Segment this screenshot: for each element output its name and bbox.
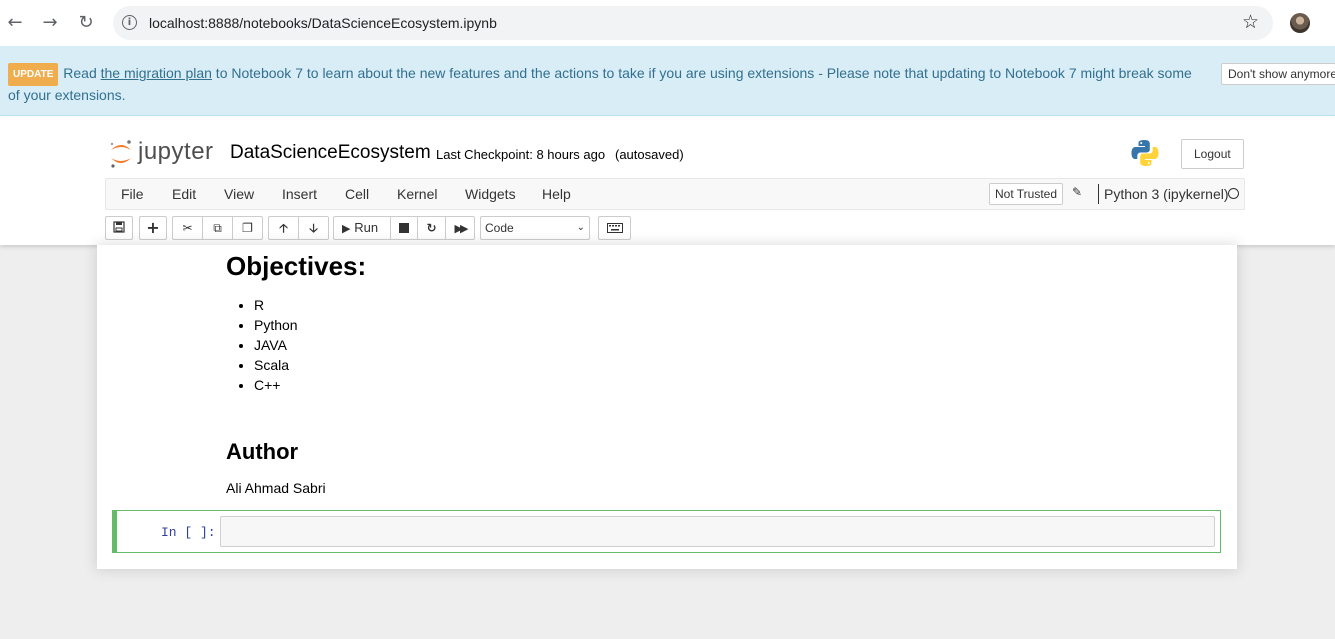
paste-button[interactable]: ❐ [232,216,263,240]
menu-file[interactable]: File [121,186,144,202]
arrow-up-icon: 🡡 [279,221,288,235]
menubar: File Edit View Insert Cell Kernel Widget… [105,178,1245,210]
not-trusted-button[interactable]: Not Trusted [989,183,1064,205]
notebook-header: jupyter DataScienceEcosystem Last Checkp… [0,116,1335,245]
author-name: Ali Ahmad Sabri [226,480,326,496]
objectives-list: R Python JAVA Scala C++ [226,295,298,395]
kernel-idle-indicator-icon [1228,188,1239,199]
save-icon [113,221,125,233]
cell-type-select[interactable]: Code ⌄ [480,216,590,240]
banner-text-before: Read [59,65,101,81]
forward-icon[interactable]: → [39,12,61,34]
notebook-container: Objectives: R Python JAVA Scala C++ Auth… [97,245,1237,569]
insert-cell-button[interactable]: + [139,216,167,240]
jupyter-logo-icon [110,140,131,168]
profile-avatar-icon[interactable] [1290,13,1310,33]
objectives-heading: Objectives: [226,251,367,281]
move-up-button[interactable]: 🡡 [268,216,299,240]
code-cell[interactable]: In [ ]: [112,510,1221,553]
menu-cell[interactable]: Cell [345,186,369,202]
back-icon[interactable]: ← [4,12,26,34]
bookmark-star-icon[interactable]: ☆ [1242,11,1259,33]
list-item: Scala [254,355,298,375]
kernel-divider [1098,184,1099,204]
python-logo-icon [1131,140,1159,166]
list-item: Python [254,315,298,335]
code-input[interactable] [220,516,1215,547]
jupyter-logo[interactable]: jupyter [108,138,238,172]
site-info-icon[interactable]: i [122,15,137,30]
move-down-button[interactable]: 🡣 [298,216,329,240]
chevron-down-icon: ⌄ [576,222,585,233]
update-badge: UPDATE [8,63,59,86]
logout-button[interactable]: Logout [1181,139,1244,169]
interrupt-button[interactable] [390,216,418,240]
jupyter-logo-text: jupyter [138,138,214,165]
paste-icon: ❐ [242,221,253,235]
author-heading: Author [226,439,299,464]
notebook-name[interactable]: DataScienceEcosystem [230,142,431,164]
input-prompt: In [ ]: [161,525,216,540]
fast-forward-icon: ▶▶ [454,222,469,235]
menu-insert[interactable]: Insert [282,186,317,202]
keyboard-icon [606,223,623,233]
restart-button[interactable]: ↻ [417,216,446,240]
pencil-icon[interactable]: ✎ [1072,185,1082,199]
restart-run-all-button[interactable]: ▶▶ [445,216,475,240]
copy-button[interactable]: ⧉ [202,216,233,240]
scissors-icon: ✂ [182,221,193,235]
cell-type-value: Code [485,221,514,235]
run-label: Run [354,220,379,235]
run-button[interactable]: ▶ Run [333,216,391,240]
kernel-name: Python 3 (ipykernel) [1104,186,1229,202]
plus-icon: + [146,218,160,237]
list-item: R [254,295,298,315]
copy-icon: ⧉ [213,221,222,235]
stop-icon [399,223,409,233]
browser-toolbar: ← → ↻ i localhost:8888/notebooks/DataSci… [0,0,1335,46]
banner-message: UPDATE Read the migration plan to Notebo… [8,63,1198,105]
command-palette-button[interactable] [598,216,631,240]
arrow-down-icon: 🡣 [309,221,318,235]
save-button[interactable] [105,216,133,240]
address-bar[interactable]: i localhost:8888/notebooks/DataScienceEc… [113,6,1273,40]
last-checkpoint: Last Checkpoint: 8 hours ago [436,147,606,162]
menu-help[interactable]: Help [542,186,571,202]
dont-show-anymore-button[interactable]: Don't show anymore [1221,63,1335,85]
play-icon: ▶ [342,222,351,235]
reload-icon[interactable]: ↻ [75,12,97,34]
list-item: C++ [254,375,298,395]
update-banner: UPDATE Read the migration plan to Notebo… [0,46,1335,116]
menu-kernel[interactable]: Kernel [397,186,437,202]
menu-widgets[interactable]: Widgets [465,186,516,202]
restart-icon: ↻ [426,221,437,235]
url-text[interactable]: localhost:8888/notebooks/DataScienceEcos… [149,15,497,31]
menu-edit[interactable]: Edit [172,186,196,202]
cut-button[interactable]: ✂ [172,216,203,240]
menu-view[interactable]: View [224,186,254,202]
autosave-status: (autosaved) [615,147,684,162]
list-item: JAVA [254,335,298,355]
migration-plan-link[interactable]: the migration plan [101,65,212,81]
